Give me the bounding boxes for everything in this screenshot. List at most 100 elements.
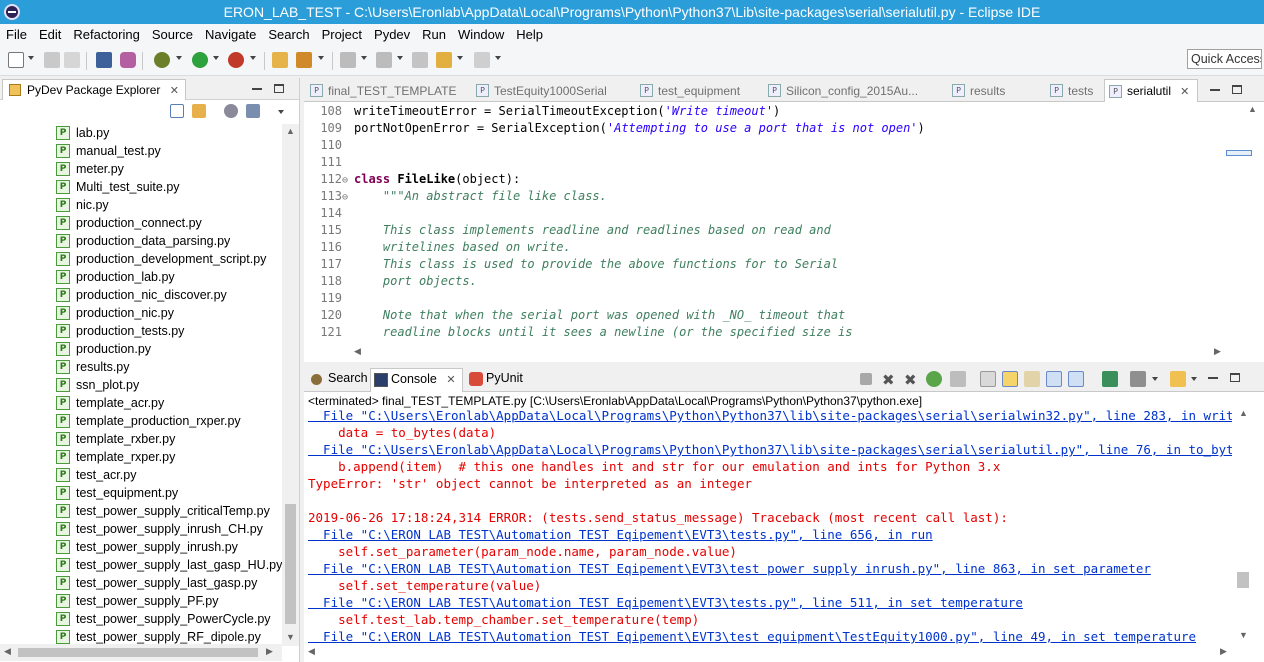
menu-item-project[interactable]: Project	[316, 27, 368, 42]
maximize-icon[interactable]	[274, 84, 284, 93]
new-console-dropdown-icon[interactable]	[1191, 377, 1197, 381]
remove-all-terminated-icon[interactable]: ✖	[904, 371, 920, 389]
scroll-lock-icon[interactable]	[980, 371, 996, 387]
tree-item[interactable]: Pssn_plot.py	[56, 376, 139, 394]
next-annotation-icon[interactable]	[340, 52, 356, 68]
close-icon[interactable]: ✕	[446, 374, 455, 386]
back-icon[interactable]	[436, 52, 452, 68]
console-output[interactable]: File "C:\Users\Eronlab\AppData\Local\Pro…	[308, 408, 1232, 644]
new-icon[interactable]	[8, 52, 24, 68]
traceback-file-link[interactable]: File "C:\ERON LAB TEST\Automation TEST E…	[308, 629, 1196, 644]
scroll-thumb[interactable]	[285, 504, 296, 624]
fold-collapse-icon[interactable]: ⊖	[342, 175, 354, 186]
external-tools-icon[interactable]	[228, 52, 244, 68]
fold-collapse-icon[interactable]: ⊖	[342, 192, 354, 203]
editor-tab[interactable]: Ptests	[1048, 81, 1093, 101]
minimize-icon[interactable]	[252, 88, 262, 90]
editor-minimize-icon[interactable]	[1210, 89, 1220, 91]
editor-horizontal-scrollbar[interactable]: ◀ ▶	[354, 344, 1224, 358]
terminate-icon[interactable]	[860, 373, 872, 385]
save-all-icon[interactable]	[64, 52, 80, 68]
external-tools-dropdown-icon[interactable]	[250, 56, 256, 60]
last-edit-location-icon[interactable]	[412, 52, 428, 68]
forward-dropdown-icon[interactable]	[495, 56, 501, 60]
explorer-vertical-scrollbar[interactable]: ▲ ▼	[282, 124, 299, 646]
tree-item[interactable]: Ptest_power_supply_last_gasp_HU.py	[56, 556, 282, 574]
previous-annotation-icon[interactable]	[376, 52, 392, 68]
view-menu-icon[interactable]	[278, 110, 284, 114]
collapse-all-icon[interactable]	[170, 104, 184, 118]
open-folder-icon[interactable]	[272, 52, 288, 68]
tree-item[interactable]: Ptest_power_supply_inrush_CH.py	[56, 520, 263, 538]
traceback-file-link[interactable]: File "C:\Users\Eronlab\AppData\Local\Pro…	[308, 442, 1232, 459]
traceback-file-link[interactable]: File "C:\ERON LAB TEST\Automation TEST E…	[308, 527, 933, 544]
menu-item-source[interactable]: Source	[146, 27, 199, 42]
tree-item[interactable]: P Multi_test_suite.py	[56, 178, 180, 196]
tree-item[interactable]: Ptest_power_supply_PowerCycle.py	[56, 610, 271, 628]
editor-tab[interactable]: Ptest_equipment	[638, 81, 740, 101]
editor-vertical-scrollbar[interactable]: ▲	[1242, 104, 1262, 344]
display-selected-console-icon[interactable]	[1130, 371, 1146, 387]
eclipse-icon[interactable]	[4, 4, 20, 20]
next-annotation-dropdown-icon[interactable]	[361, 56, 367, 60]
pin-console-icon[interactable]	[1068, 371, 1084, 387]
tree-item[interactable]: Pproduction_development_script.py	[56, 250, 266, 268]
tab-pyunit[interactable]: PyUnit	[466, 371, 523, 386]
traceback-file-link[interactable]: File "C:\Users\Eronlab\AppData\Local\Pro…	[308, 408, 1232, 425]
menu-item-edit[interactable]: Edit	[33, 27, 67, 42]
menu-item-window[interactable]: Window	[452, 27, 510, 42]
tree-item[interactable]: Ptest_power_supply_criticalTemp.py	[56, 502, 270, 520]
run-icon[interactable]	[192, 52, 208, 68]
scroll-thumb[interactable]	[18, 648, 258, 657]
tree-item[interactable]: Pproduction_nic.py	[56, 304, 174, 322]
save-icon[interactable]	[44, 52, 60, 68]
debug-dropdown-icon[interactable]	[176, 56, 182, 60]
show-console-on-output-icon[interactable]	[1024, 371, 1040, 387]
tree-item[interactable]: Pmeter.py	[56, 160, 124, 178]
run-dropdown-icon[interactable]	[213, 56, 219, 60]
debug-icon[interactable]	[154, 52, 170, 68]
tab-search[interactable]: Search	[308, 371, 368, 385]
close-icon[interactable]: ✕	[170, 85, 179, 97]
close-icon[interactable]: ✕	[1177, 86, 1189, 98]
display-console-dropdown-icon[interactable]	[1152, 377, 1158, 381]
link-with-editor-icon[interactable]	[192, 104, 206, 118]
editor-maximize-icon[interactable]	[1232, 85, 1242, 94]
forward-icon[interactable]	[474, 52, 490, 68]
console-maximize-icon[interactable]	[1230, 373, 1240, 382]
relaunch-icon[interactable]	[926, 371, 942, 387]
tree-item[interactable]: Ptest_power_supply_last_gasp.py	[56, 574, 257, 592]
menu-item-file[interactable]: File	[0, 27, 33, 42]
menu-item-run[interactable]: Run	[416, 27, 452, 42]
tree-item[interactable]: Pmanual_test.py	[56, 142, 161, 160]
tree-item[interactable]: Ptest_power_supply_PF.py	[56, 592, 218, 610]
editor-tab[interactable]: Pfinal_TEST_TEMPLATE	[308, 81, 456, 101]
traceback-file-link[interactable]: File "C:\ERON LAB TEST\Automation TEST E…	[308, 595, 1023, 612]
editor-tab[interactable]: P TestEquity1000Serial	[474, 81, 607, 101]
explorer-horizontal-scrollbar[interactable]: ◀ ▶	[0, 644, 282, 661]
console-horizontal-scrollbar[interactable]: ◀ ▶	[308, 644, 1232, 658]
tree-item[interactable]: Ptemplate_rxper.py	[56, 448, 175, 466]
tree-item[interactable]: Pproduction_data_parsing.py	[56, 232, 230, 250]
tree-item[interactable]: Ptemplate_rxber.py	[56, 430, 175, 448]
tree-item[interactable]: Pproduction_tests.py	[56, 322, 184, 340]
filters-icon[interactable]	[224, 104, 238, 118]
tree-item[interactable]: Presults.py	[56, 358, 130, 376]
console-vertical-scrollbar[interactable]: ▲ ▼	[1234, 408, 1252, 644]
new-dropdown-icon[interactable]	[28, 56, 34, 60]
build-dropdown-icon[interactable]	[318, 56, 324, 60]
show-console-on-error-icon[interactable]	[1046, 371, 1062, 387]
tree-item[interactable]: Plab.py	[56, 124, 109, 142]
traceback-file-link[interactable]: File "C:\ERON LAB TEST\Automation TEST E…	[308, 561, 1151, 578]
menu-item-refactoring[interactable]: Refactoring	[67, 27, 145, 42]
quick-access-field[interactable]: Quick Access	[1187, 49, 1262, 69]
tree-item[interactable]: Ptest_acr.py	[56, 466, 136, 484]
editor-tab[interactable]: P Silicon_config_2015Au...	[766, 81, 918, 101]
package-explorer-tab[interactable]: PyDev Package Explorer ✕	[2, 79, 186, 100]
code-area[interactable]: 108 writeTimeoutError = SerialTimeoutExc…	[304, 104, 1224, 344]
menu-item-navigate[interactable]: Navigate	[199, 27, 262, 42]
tree-item[interactable]: Pnic.py	[56, 196, 109, 214]
tree-item[interactable]: Pproduction_connect.py	[56, 214, 202, 232]
menu-item-search[interactable]: Search	[262, 27, 315, 42]
tree-item[interactable]: Pproduction_lab.py	[56, 268, 175, 286]
